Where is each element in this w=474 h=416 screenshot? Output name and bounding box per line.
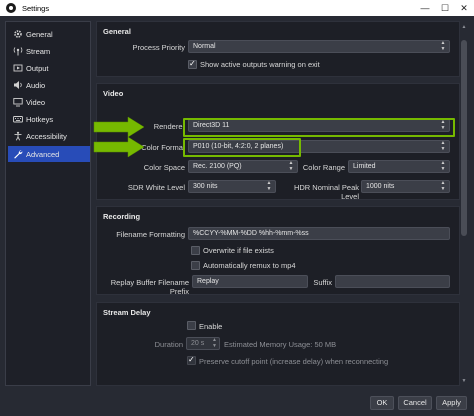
color-range-select[interactable]: Limited ▲ ▼ bbox=[348, 160, 450, 173]
filename-formatting-label: Filename Formatting bbox=[116, 230, 185, 239]
recording-section: Recording Filename Formatting %CCYY-%MM-… bbox=[96, 206, 460, 296]
monitor-icon bbox=[13, 98, 23, 107]
obs-app-icon bbox=[6, 3, 16, 13]
suffix-input[interactable] bbox=[335, 275, 450, 288]
enable-delay-label: Enable bbox=[199, 322, 223, 331]
remux-label: Automatically remux to mp4 bbox=[203, 261, 296, 270]
preserve-cutoff-checkbox[interactable] bbox=[187, 355, 196, 365]
settings-content: General Process Priority Normal ▲▼ Show … bbox=[96, 19, 464, 386]
keyboard-icon bbox=[13, 116, 23, 123]
close-button[interactable]: ✕ bbox=[456, 1, 472, 15]
estimated-memory-label: Estimated Memory Usage: 50 MB bbox=[224, 340, 337, 349]
speaker-icon bbox=[14, 81, 22, 89]
title-bar: Settings — ☐ ✕ bbox=[0, 0, 474, 16]
ok-button[interactable]: OK bbox=[370, 396, 394, 410]
sidebar-item-audio[interactable]: Audio bbox=[8, 77, 90, 93]
sidebar-item-label: General bbox=[26, 30, 53, 39]
chevron-updown-icon: ▲ ▼ bbox=[288, 160, 294, 172]
duration-label: Duration bbox=[154, 340, 183, 349]
sidebar-item-label: Stream bbox=[26, 47, 51, 56]
overwrite-checkbox[interactable] bbox=[191, 246, 200, 255]
settings-sidebar: General Stream Output Audio Video Hotkey… bbox=[5, 21, 91, 386]
chevron-updown-icon: ▲ ▼ bbox=[440, 160, 446, 172]
sidebar-item-hotkeys[interactable]: Hotkeys bbox=[8, 111, 90, 127]
chevron-updown-icon: ▲ ▼ bbox=[440, 140, 446, 152]
sidebar-item-accessibility[interactable]: Accessibility bbox=[8, 128, 90, 144]
output-icon bbox=[13, 64, 23, 72]
color-format-highlight bbox=[183, 118, 455, 137]
sidebar-item-label: Output bbox=[26, 64, 49, 73]
overwrite-label: Overwrite if file exists bbox=[203, 246, 274, 255]
color-range-label: Color Range bbox=[302, 163, 345, 172]
chevron-updown-icon: ▲ ▼ bbox=[440, 40, 446, 52]
sdr-white-level-spinbox[interactable]: 300 nits ▲ ▼ bbox=[188, 180, 276, 193]
spin-arrows-icon[interactable]: ▲ ▼ bbox=[440, 180, 446, 192]
content-scrollbar[interactable]: ▲ ▼ bbox=[461, 24, 467, 386]
section-title: General bbox=[103, 27, 131, 36]
sidebar-item-video[interactable]: Video bbox=[8, 94, 90, 110]
color-space-arrow-icon bbox=[93, 136, 145, 158]
replay-prefix-input[interactable]: Replay bbox=[192, 275, 308, 288]
maximize-button[interactable]: ☐ bbox=[437, 1, 453, 15]
filename-formatting-input[interactable]: %CCYY-%MM-%DD %hh-%mm-%ss bbox=[188, 227, 450, 240]
cancel-button[interactable]: Cancel bbox=[398, 396, 432, 410]
process-priority-select[interactable]: Normal ▲ ▼ bbox=[188, 40, 450, 53]
hdr-nominal-peak-spinbox[interactable]: 1000 nits ▲ ▼ bbox=[361, 180, 450, 193]
replay-prefix-label: Replay Buffer Filename Prefix bbox=[110, 278, 189, 296]
preserve-cutoff-label: Preserve cutoff point (increase delay) w… bbox=[199, 357, 389, 366]
scroll-thumb[interactable] bbox=[461, 40, 467, 236]
scroll-down-icon[interactable]: ▼ bbox=[461, 378, 467, 384]
remux-checkbox[interactable] bbox=[191, 261, 200, 270]
minimize-button[interactable]: — bbox=[417, 1, 433, 15]
sidebar-item-general[interactable]: General bbox=[8, 26, 90, 42]
sidebar-item-label: Audio bbox=[26, 81, 46, 90]
gear-icon bbox=[14, 30, 22, 38]
general-section: General Process Priority Normal ▲▼ Show … bbox=[96, 21, 460, 77]
sdr-white-level-label: SDR White Level bbox=[127, 183, 185, 192]
section-title: Stream Delay bbox=[103, 308, 151, 317]
spin-arrows-icon[interactable]: ▲ ▼ bbox=[212, 337, 217, 349]
sidebar-item-stream[interactable]: Stream bbox=[8, 43, 90, 59]
enable-delay-checkbox[interactable] bbox=[187, 321, 196, 330]
show-active-outputs-label: Show active outputs warning on exit bbox=[200, 60, 320, 69]
show-active-outputs-checkbox[interactable] bbox=[188, 59, 197, 69]
section-title: Recording bbox=[103, 212, 141, 221]
color-space-highlight bbox=[183, 138, 301, 157]
sidebar-item-label: Advanced bbox=[26, 150, 60, 159]
section-title: Video bbox=[103, 89, 124, 98]
duration-spinbox[interactable]: 20 s ▲ ▼ bbox=[186, 337, 220, 350]
scroll-up-icon[interactable]: ▲ bbox=[461, 24, 467, 30]
process-priority-label: Process Priority bbox=[132, 43, 185, 52]
apply-button[interactable]: Apply bbox=[436, 396, 467, 410]
sidebar-item-label: Video bbox=[26, 98, 46, 107]
accessibility-icon bbox=[14, 131, 22, 141]
window-title: Settings bbox=[22, 4, 50, 13]
spin-arrows-icon[interactable]: ▲ ▼ bbox=[266, 180, 272, 192]
color-format-arrow-icon bbox=[93, 116, 145, 138]
sidebar-item-output[interactable]: Output bbox=[8, 60, 90, 76]
suffix-label: Suffix bbox=[313, 278, 332, 287]
wrench-icon bbox=[14, 150, 23, 159]
sidebar-item-advanced[interactable]: Advanced bbox=[8, 146, 90, 162]
stream-delay-section: Stream Delay Enable Duration 20 s ▲ ▼ Est… bbox=[96, 302, 460, 386]
hdr-nominal-peak-label: HDR Nominal Peak Level bbox=[293, 183, 359, 201]
sidebar-item-label: Accessibility bbox=[26, 132, 67, 141]
settings-window: General Stream Output Audio Video Hotkey… bbox=[0, 16, 474, 416]
color-space-label: Color Space bbox=[143, 163, 185, 172]
stream-icon bbox=[13, 47, 23, 56]
color-space-select[interactable]: Rec. 2100 (PQ) ▲ ▼ bbox=[188, 160, 298, 173]
sidebar-item-label: Hotkeys bbox=[26, 115, 54, 124]
